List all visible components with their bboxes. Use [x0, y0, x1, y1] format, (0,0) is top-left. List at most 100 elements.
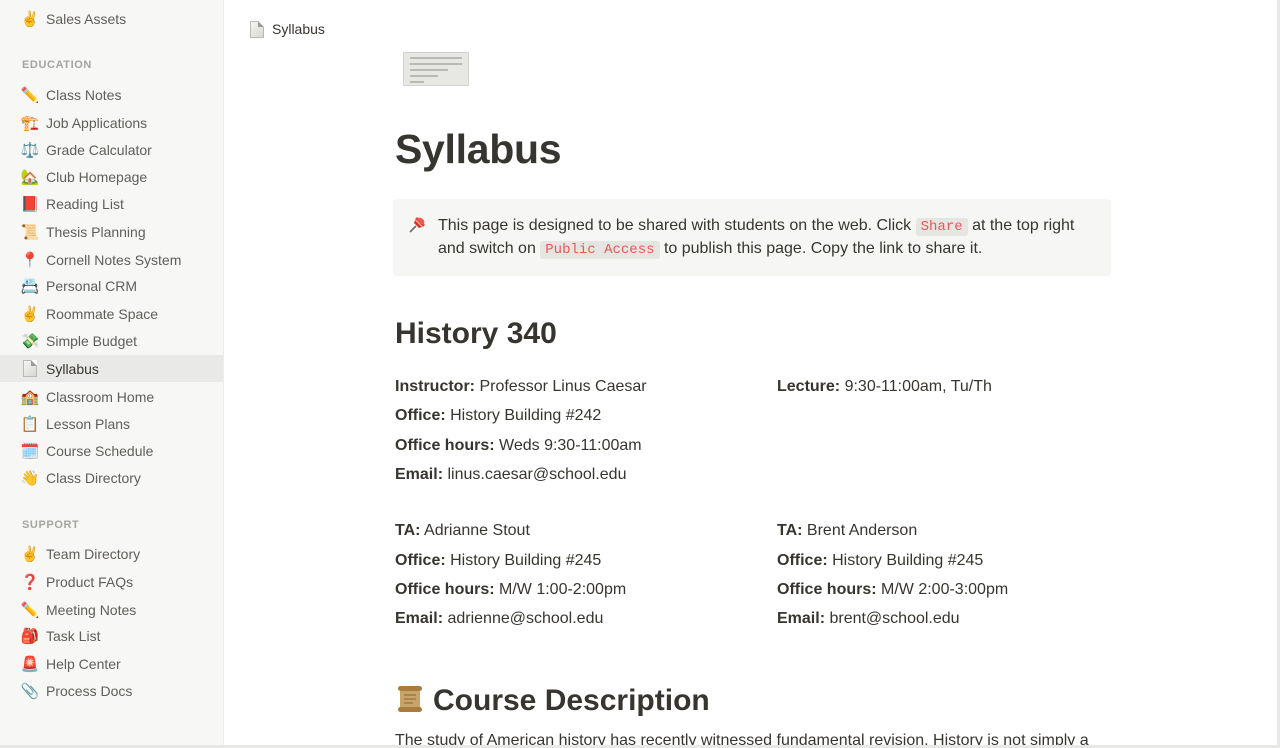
- description-heading-text: Course Description: [433, 684, 710, 717]
- field-label: TA:: [777, 522, 803, 539]
- sidebar-item-class-notes[interactable]: ✏️ Class Notes: [0, 81, 223, 108]
- ta-email-line[interactable]: Email: adrienne@school.edu: [395, 610, 603, 628]
- field-value: Professor Linus Caesar: [475, 378, 647, 395]
- clipboard-icon: 📋: [20, 414, 40, 433]
- field-value: History Building #245: [827, 552, 984, 569]
- sidebar-item-help-center[interactable]: 🚨 Help Center: [0, 650, 223, 677]
- book-icon: 📕: [20, 194, 40, 213]
- field-label: Office hours:: [777, 581, 877, 598]
- sidebar-item-meeting-notes[interactable]: ✏️ Meeting Notes: [0, 596, 223, 623]
- instructor-line[interactable]: Instructor: Professor Linus Caesar: [395, 378, 647, 396]
- sidebar-item-class-directory[interactable]: 👋 Class Directory: [0, 464, 223, 491]
- field-label: TA:: [395, 522, 421, 539]
- field-value: 9:30-11:00am, Tu/Th: [840, 378, 992, 395]
- field-label: Instructor:: [395, 378, 475, 395]
- field-label: Email:: [395, 466, 444, 483]
- ta-hours-line[interactable]: Office hours: M/W 1:00-2:00pm: [395, 581, 626, 599]
- sidebar-item-label: Reading List: [46, 195, 124, 212]
- section-heading-education: EDUCATION: [22, 59, 92, 71]
- waving-hand-icon: 👋: [20, 468, 40, 487]
- field-label: Email:: [395, 610, 444, 627]
- breadcrumb[interactable]: Syllabus: [246, 18, 329, 40]
- instructor-hours-line[interactable]: Office hours: Weds 9:30-11:00am: [395, 437, 642, 455]
- sidebar-item-label: Cornell Notes System: [46, 251, 182, 268]
- backpack-icon: 🎒: [20, 626, 40, 645]
- sidebar-item-label: Roommate Space: [46, 305, 159, 322]
- sidebar-item-thesis-planning[interactable]: 📜 Thesis Planning: [0, 218, 223, 245]
- scroll-icon: [398, 686, 422, 712]
- sidebar-item-label: Simple Budget: [46, 332, 138, 349]
- instructor-office-line[interactable]: Office: History Building #242: [395, 407, 601, 425]
- description-paragraph[interactable]: The study of American history has recent…: [395, 732, 1089, 745]
- sidebar-item-syllabus[interactable]: Syllabus: [0, 355, 223, 382]
- page-title[interactable]: Syllabus: [395, 126, 562, 173]
- sidebar: ✌️ Sales Assets EDUCATION ✏️ Class Notes…: [0, 0, 224, 745]
- sidebar-item-personal-crm[interactable]: 📇 Personal CRM: [0, 272, 223, 299]
- sidebar-item-process-docs[interactable]: 📎 Process Docs: [0, 677, 223, 704]
- calendar-icon: 🗓️: [20, 441, 40, 460]
- app-window: ✌️ Sales Assets EDUCATION ✏️ Class Notes…: [0, 0, 1280, 748]
- sidebar-item-task-list[interactable]: 🎒 Task List: [0, 622, 223, 649]
- instructor-email-line[interactable]: Email: linus.caesar@school.edu: [395, 466, 626, 484]
- victory-hand-icon: ✌️: [20, 544, 40, 563]
- ta-line[interactable]: TA: Adrianne Stout: [395, 522, 530, 540]
- money-icon: 💸: [20, 331, 40, 350]
- breadcrumb-label: Syllabus: [272, 21, 325, 37]
- victory-hand-icon: ✌️: [20, 9, 40, 28]
- field-value: History Building #242: [445, 407, 602, 424]
- document-icon: [250, 20, 264, 38]
- victory-hand-icon: ✌️: [20, 304, 40, 323]
- ta-email-line[interactable]: Email: brent@school.edu: [777, 610, 960, 628]
- callout-text-part: This page is designed to be shared with …: [438, 217, 916, 234]
- callout-block[interactable]: This page is designed to be shared with …: [393, 199, 1111, 276]
- description-heading[interactable]: Course Description: [395, 684, 710, 718]
- sidebar-item-label: Help Center: [46, 655, 121, 672]
- lecture-line[interactable]: Lecture: 9:30-11:00am, Tu/Th: [777, 378, 992, 396]
- ta-line[interactable]: TA: Brent Anderson: [777, 522, 917, 540]
- field-value: M/W 2:00-3:00pm: [876, 581, 1009, 598]
- sidebar-item-label: Class Directory: [46, 469, 141, 486]
- course-heading[interactable]: History 340: [395, 317, 557, 351]
- topbar: Syllabus: [225, 0, 1277, 58]
- callout-text: This page is designed to be shared with …: [438, 215, 1098, 261]
- field-label: Office:: [395, 552, 446, 569]
- sidebar-item-course-schedule[interactable]: 🗓️ Course Schedule: [0, 437, 223, 464]
- field-label: Office:: [395, 407, 446, 424]
- pushpin-icon: [409, 217, 425, 233]
- field-value: Weds 9:30-11:00am: [494, 437, 642, 454]
- question-mark-icon: ❓: [20, 572, 40, 591]
- sidebar-item-label: Process Docs: [46, 682, 133, 699]
- sidebar-item-label: Meeting Notes: [46, 601, 137, 618]
- sidebar-item-label: Personal CRM: [46, 277, 138, 294]
- field-value: linus.caesar@school.edu: [443, 466, 627, 483]
- ta-office-line[interactable]: Office: History Building #245: [395, 552, 601, 570]
- sidebar-item-label: Course Schedule: [46, 442, 154, 459]
- field-value: Adrianne Stout: [420, 522, 530, 539]
- sidebar-item-team-directory[interactable]: ✌️ Team Directory: [0, 540, 223, 567]
- ta-office-line[interactable]: Office: History Building #245: [777, 552, 983, 570]
- sidebar-item-label: Syllabus: [46, 360, 99, 377]
- sidebar-item-roommate-space[interactable]: ✌️ Roommate Space: [0, 300, 223, 327]
- sidebar-item-label: Sales Assets: [46, 10, 127, 27]
- pin-icon: 📍: [20, 250, 40, 269]
- pencil-icon: ✏️: [20, 600, 40, 619]
- house-icon: 🏡: [20, 167, 40, 186]
- field-value: Brent Anderson: [802, 522, 918, 539]
- section-heading-support: SUPPORT: [22, 519, 80, 531]
- sidebar-item-product-faqs[interactable]: ❓ Product FAQs: [0, 568, 223, 595]
- sidebar-item-grade-calculator[interactable]: ⚖️ Grade Calculator: [0, 136, 223, 163]
- sidebar-item-label: Lesson Plans: [46, 415, 131, 432]
- sidebar-item-reading-list[interactable]: 📕 Reading List: [0, 190, 223, 217]
- field-value: brent@school.edu: [825, 610, 960, 627]
- sidebar-item-job-applications[interactable]: 🏗️ Job Applications: [0, 109, 223, 136]
- sidebar-item-classroom-home[interactable]: 🏫 Classroom Home: [0, 383, 223, 410]
- sidebar-item-club-homepage[interactable]: 🏡 Club Homepage: [0, 163, 223, 190]
- ta-hours-line[interactable]: Office hours: M/W 2:00-3:00pm: [777, 581, 1008, 599]
- sidebar-item-cornell-notes-system[interactable]: 📍 Cornell Notes System: [0, 246, 223, 273]
- sidebar-item-simple-budget[interactable]: 💸 Simple Budget: [0, 327, 223, 354]
- sidebar-item-sales-assets[interactable]: ✌️ Sales Assets: [0, 5, 223, 32]
- page-icon-image[interactable]: [403, 52, 469, 86]
- sidebar-item-lesson-plans[interactable]: 📋 Lesson Plans: [0, 410, 223, 437]
- sidebar-item-label: Grade Calculator: [46, 141, 152, 158]
- sidebar-item-label: Classroom Home: [46, 388, 155, 405]
